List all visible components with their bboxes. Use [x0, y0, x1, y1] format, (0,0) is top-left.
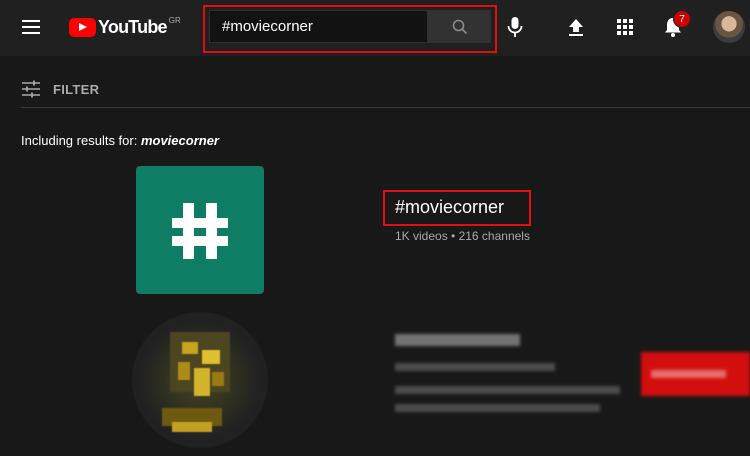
hashtag-icon [172, 203, 228, 259]
notification-badge: 7 [673, 10, 691, 28]
apps-icon[interactable] [612, 14, 638, 40]
youtube-logo[interactable]: YouTube GR [69, 15, 181, 39]
upload-icon[interactable] [563, 14, 589, 40]
filter-label: FILTER [53, 81, 100, 97]
avatar[interactable] [713, 11, 745, 43]
results-note-query[interactable]: moviecorner [141, 133, 219, 148]
youtube-play-icon [69, 17, 96, 37]
hashtag-title[interactable]: #moviecorner [395, 197, 504, 218]
results-note-prefix: Including results for: [21, 133, 141, 148]
menu-icon[interactable] [20, 16, 46, 40]
subscribe-button-blurred[interactable] [641, 352, 750, 396]
top-bar: YouTube GR #moviecorner 7 [0, 0, 750, 56]
filter-button[interactable]: FILTER [21, 78, 99, 100]
hashtag-thumbnail[interactable] [136, 166, 264, 294]
blurred-channel-desc-2 [395, 404, 600, 412]
search-button[interactable] [428, 10, 491, 43]
divider [21, 107, 750, 108]
blurred-channel-desc-1 [395, 386, 620, 394]
region-label: GR [168, 15, 181, 25]
hashtag-meta: 1K videos • 216 channels [395, 229, 530, 243]
logo-text: YouTube [98, 16, 168, 37]
results-note: Including results for: moviecorner [21, 133, 219, 148]
mic-icon[interactable] [503, 14, 527, 40]
channel-avatar-blurred[interactable] [132, 312, 268, 448]
blurred-channel-name [395, 334, 520, 346]
filter-icon [22, 80, 40, 98]
search-input[interactable]: #moviecorner [209, 10, 428, 43]
search-icon [452, 19, 467, 34]
blurred-channel-meta [395, 363, 555, 371]
